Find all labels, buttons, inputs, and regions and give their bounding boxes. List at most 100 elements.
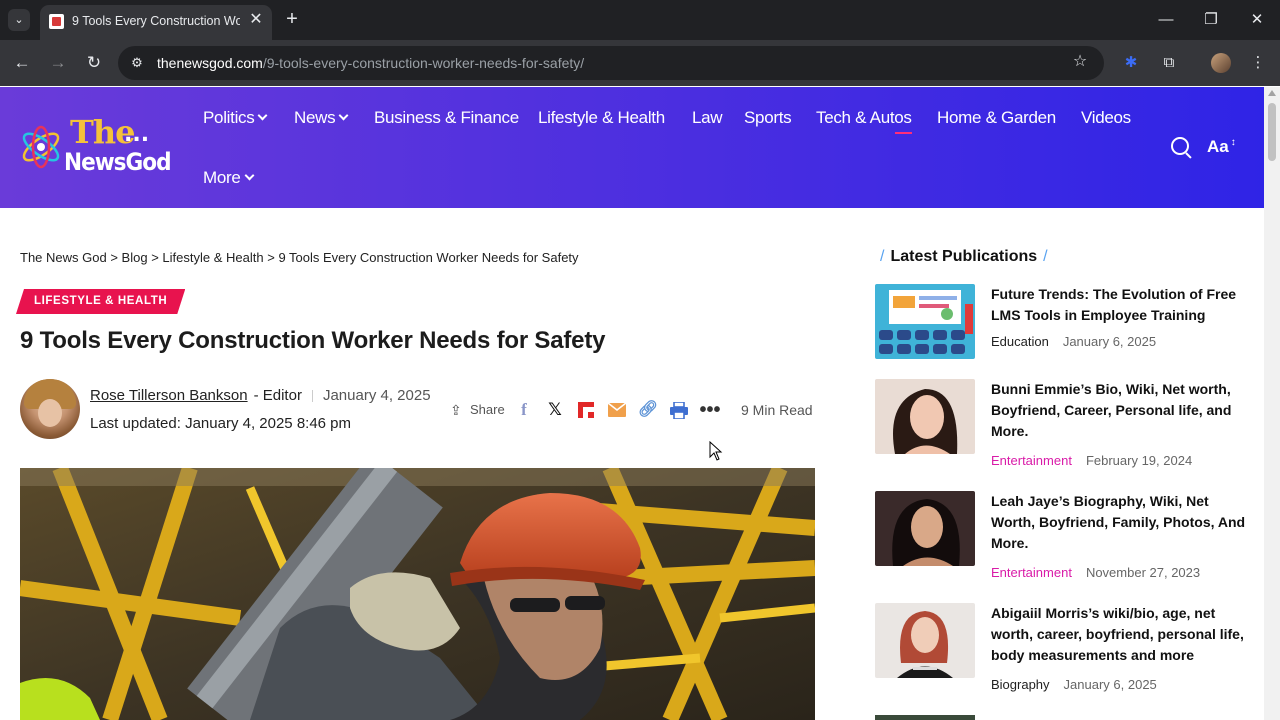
publication-title[interactable]: Future Trends: The Evolution of Free LMS… — [991, 284, 1247, 326]
site-info-tune-icon[interactable]: ⚙ — [127, 53, 147, 73]
window-close-icon[interactable]: ✕ — [1235, 6, 1279, 34]
article-title: 9 Tools Every Construction Worker Needs … — [20, 327, 606, 354]
publication-date: January 6, 2025 — [1063, 677, 1157, 692]
scroll-up-arrow-icon[interactable] — [1268, 90, 1276, 96]
nav-more[interactable]: More — [203, 168, 254, 188]
tab-close-icon[interactable]: ✕ — [246, 10, 266, 30]
browser-menu-kebab-icon[interactable]: ⋮ — [1247, 52, 1269, 74]
publication-category[interactable]: Education — [991, 334, 1049, 349]
nav-home-garden[interactable]: Home & Garden — [937, 108, 1056, 128]
bookmark-star-icon[interactable]: ☆ — [1070, 52, 1090, 72]
chevron-down-icon — [338, 110, 349, 121]
chevron-down-icon — [258, 110, 268, 121]
tab-title: 9 Tools Every Construction Worker Needs … — [72, 14, 240, 28]
publication-meta: Entertainment February 19, 2024 — [991, 453, 1192, 468]
publication-thumbnail[interactable] — [875, 284, 975, 359]
slash-decor-icon: / — [1043, 248, 1048, 265]
list-item[interactable]: Abigaiil Morris’s wiki/bio, age, net wor… — [875, 603, 1250, 695]
breadcrumb: The News God > Blog > Lifestyle & Health… — [20, 250, 579, 265]
extension-puzzle-blue-icon[interactable]: ✱ — [1120, 52, 1142, 74]
list-item[interactable]: Bunni Emmie’s Bio, Wiki, Net worth, Boyf… — [875, 379, 1250, 471]
author-avatar[interactable] — [20, 379, 80, 439]
last-updated: Last updated: January 4, 2025 8:46 pm — [90, 415, 352, 432]
copy-link-icon[interactable]: 🔗︎ — [637, 399, 659, 421]
nav-law[interactable]: Law — [692, 108, 723, 128]
more-options-ellipsis-icon[interactable]: ••• — [699, 399, 721, 421]
breadcrumb-current: 9 Tools Every Construction Worker Needs … — [278, 250, 579, 265]
profile-avatar[interactable] — [1211, 53, 1231, 73]
sidebar-title: / Latest Publications / — [880, 248, 1048, 265]
nav-videos[interactable]: Videos — [1081, 108, 1131, 128]
list-item[interactable]: Future Trends: The Evolution of Free LMS… — [875, 284, 1250, 364]
scrollbar-thumb[interactable] — [1268, 103, 1276, 161]
slash-decor-icon: / — [880, 248, 885, 265]
publication-meta: Education January 6, 2025 — [991, 334, 1156, 349]
author-meta: Rose Tillerson Bankson - Editor January 4,… — [90, 387, 431, 404]
search-icon[interactable] — [1170, 136, 1192, 158]
facebook-icon[interactable]: f — [513, 399, 535, 421]
flipboard-icon[interactable] — [575, 399, 597, 421]
reload-icon[interactable]: ↻ — [83, 52, 105, 74]
browser-toolbar: ← → ↻ ⚙ thenewsgod.com/9-tools-every-con… — [0, 40, 1280, 86]
publication-category[interactable]: Entertainment — [991, 453, 1072, 468]
construction-worker-photo — [20, 468, 815, 720]
article-featured-image — [20, 468, 815, 720]
publication-date: February 19, 2024 — [1085, 453, 1193, 468]
print-icon[interactable] — [668, 399, 690, 421]
breadcrumb-blog-link[interactable]: Blog — [122, 250, 148, 265]
nav-lifestyle-health[interactable]: Lifestyle & Health — [538, 108, 665, 128]
nav-politics[interactable]: Politics — [203, 108, 268, 128]
author-name-link[interactable]: Rose Tillerson Bankson — [90, 387, 248, 404]
nav-business-finance[interactable]: Business & Finance — [374, 108, 519, 128]
mouse-cursor-icon — [709, 441, 723, 461]
browser-tab-strip: ⌄ 9 Tools Every Construction Worker Need… — [0, 0, 1280, 40]
extensions-puzzle-icon[interactable]: ⧉ — [1158, 52, 1180, 74]
nav-news[interactable]: News — [294, 108, 349, 128]
site-header: The ... NewsGod Politics News Business &… — [0, 87, 1264, 208]
nav-sports[interactable]: Sports — [744, 108, 792, 128]
publish-date: January 4, 2025 — [322, 387, 431, 404]
tab-search-chevron-icon[interactable]: ⌄ — [8, 9, 30, 31]
meta-divider — [311, 390, 313, 403]
publication-title[interactable]: Leah Jaye’s Biography, Wiki, Net Worth, … — [991, 491, 1247, 554]
chevron-down-icon — [244, 170, 254, 181]
email-envelope-icon[interactable] — [606, 399, 628, 421]
publication-date: January 6, 2025 — [1062, 334, 1157, 349]
publication-meta: Entertainment November 27, 2023 — [991, 565, 1200, 580]
share-arrow-icon: ⇪ — [450, 402, 462, 418]
nav-tech-autos[interactable]: Tech & Autos — [816, 108, 912, 134]
publication-thumbnail[interactable] — [875, 379, 975, 454]
breadcrumb-home-link[interactable]: The News God — [20, 250, 107, 265]
publication-title[interactable]: Abigaiil Morris’s wiki/bio, age, net wor… — [991, 603, 1247, 666]
publication-category[interactable]: Biography — [991, 677, 1050, 692]
publication-category[interactable]: Entertainment — [991, 565, 1072, 580]
new-tab-plus-icon[interactable]: + — [282, 8, 302, 32]
x-twitter-icon[interactable]: 𝕏 — [544, 399, 566, 421]
publication-date: November 27, 2023 — [1085, 565, 1201, 580]
site-favicon-icon — [49, 14, 64, 29]
category-badge[interactable]: LIFESTYLE & HEALTH — [16, 289, 185, 314]
list-item[interactable]: Leah Jaye’s Biography, Wiki, Net Worth, … — [875, 491, 1250, 583]
publication-thumbnail[interactable] — [875, 491, 975, 566]
address-bar[interactable]: ⚙ thenewsgod.com/9-tools-every-construct… — [118, 46, 1104, 80]
window-restore-icon[interactable]: ❐ — [1189, 6, 1233, 34]
publication-thumbnail[interactable] — [875, 603, 975, 678]
read-time: 9 Min Read — [741, 402, 813, 418]
font-size-arrows-icon: ↕ — [1230, 137, 1236, 149]
url-text[interactable]: thenewsgod.com/9-tools-every-constructio… — [157, 55, 584, 71]
back-arrow-icon[interactable]: ← — [11, 52, 33, 74]
site-logo[interactable]: The ... NewsGod — [18, 115, 172, 179]
author-role: - Editor — [253, 387, 302, 404]
browser-tab-active[interactable]: 9 Tools Every Construction Worker Needs … — [40, 5, 272, 40]
window-minimize-icon[interactable]: — — [1144, 6, 1188, 34]
atom-logo-icon — [22, 125, 60, 169]
web-page: The ... NewsGod Politics News Business &… — [0, 87, 1264, 720]
publication-meta: Biography January 6, 2025 — [991, 677, 1157, 692]
next-thumbnail-edge — [875, 715, 975, 720]
publication-title[interactable]: Bunni Emmie’s Bio, Wiki, Net worth, Boyf… — [991, 379, 1247, 442]
forward-arrow-icon[interactable]: → — [47, 52, 69, 74]
page-scrollbar[interactable] — [1264, 87, 1280, 720]
share-label: Share — [470, 402, 505, 417]
font-size-toggle-button[interactable]: Aa ↕ — [1207, 137, 1236, 157]
breadcrumb-category-link[interactable]: Lifestyle & Health — [162, 250, 263, 265]
